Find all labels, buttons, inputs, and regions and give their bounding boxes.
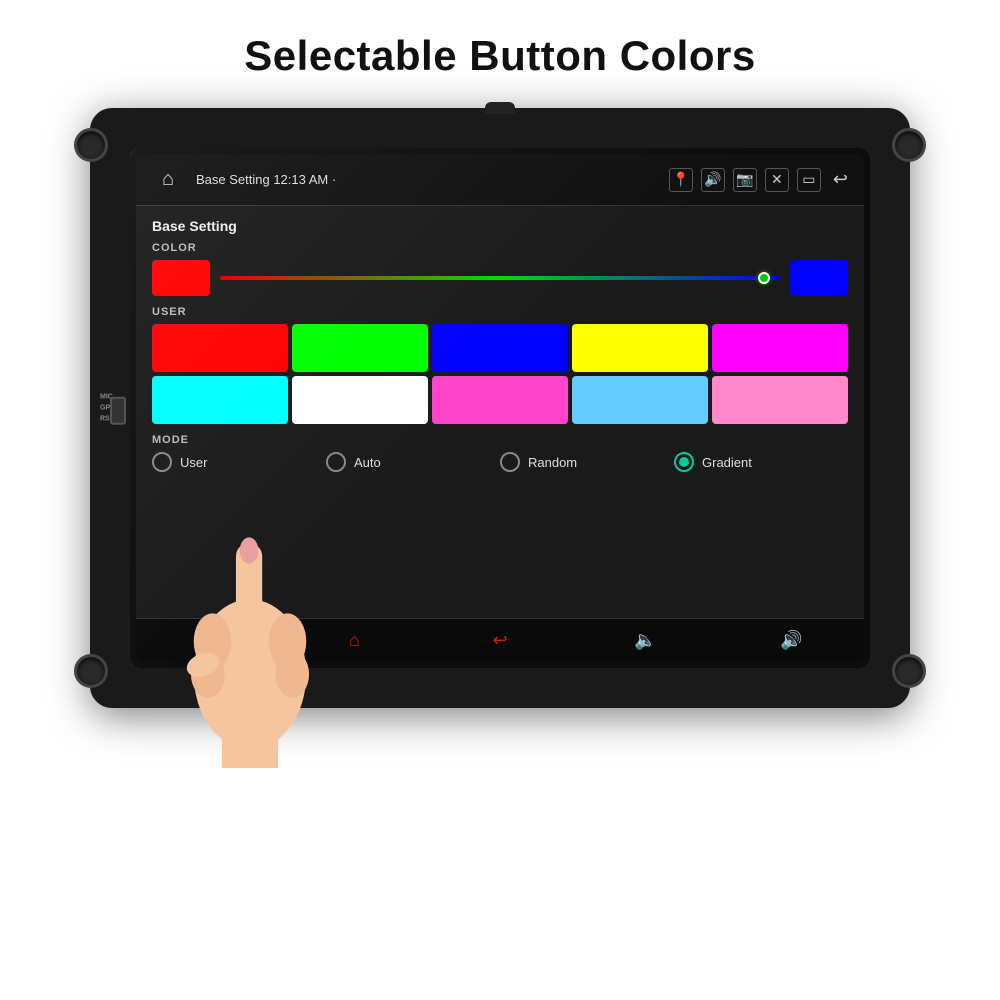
- color-swatch-right[interactable]: [790, 260, 848, 296]
- color-slider-thumb[interactable]: [758, 272, 770, 284]
- mode-gradient-label: Gradient: [702, 455, 752, 470]
- home-nav-button[interactable]: ⌂: [339, 626, 369, 656]
- color-cell-5[interactable]: [152, 376, 288, 424]
- mode-user[interactable]: User: [152, 452, 326, 472]
- color-cell-0[interactable]: [152, 324, 288, 372]
- mode-auto[interactable]: Auto: [326, 452, 500, 472]
- color-cell-8[interactable]: [572, 376, 708, 424]
- user-section-label: USER: [152, 306, 848, 318]
- content-header: Base Setting: [152, 218, 848, 234]
- back-nav-button[interactable]: ↩: [485, 626, 515, 656]
- color-cell-2[interactable]: [432, 324, 568, 372]
- mode-row: User Auto Random: [152, 452, 848, 472]
- color-cell-1[interactable]: [292, 324, 428, 372]
- mode-section: MODE User Auto: [152, 434, 848, 472]
- location-icon[interactable]: 📍: [669, 168, 693, 192]
- mode-auto-label: Auto: [354, 455, 381, 470]
- screen: ⌂ Base Setting 12:13 AM · 📍 🔊 📷 ✕ ▭ ↩ Ba…: [136, 154, 864, 662]
- camera-bump: [485, 102, 515, 114]
- mount-hole-tl: [74, 128, 108, 162]
- screen-bezel: ⌂ Base Setting 12:13 AM · 📍 🔊 📷 ✕ ▭ ↩ Ba…: [130, 148, 870, 668]
- user-section: USER: [152, 306, 848, 424]
- camera-icon[interactable]: 📷: [733, 168, 757, 192]
- car-unit: MIC GPS RST ⌂ Base Setting 12:13 AM · 📍 …: [90, 108, 910, 708]
- close-icon[interactable]: ✕: [765, 168, 789, 192]
- window-icon[interactable]: ▭: [797, 168, 821, 192]
- mode-random-label: Random: [528, 455, 577, 470]
- radio-random[interactable]: [500, 452, 520, 472]
- content-area: Base Setting COLOR USER: [136, 206, 864, 618]
- radio-auto[interactable]: [326, 452, 346, 472]
- mode-gradient[interactable]: Gradient: [674, 452, 848, 472]
- bottom-bar: ⏻ ⌂ ↩ 🔈 🔊: [136, 618, 864, 662]
- back-button[interactable]: ↩: [833, 169, 848, 190]
- page-title: Selectable Button Colors: [244, 32, 755, 80]
- color-cell-7[interactable]: [432, 376, 568, 424]
- status-bar: ⌂ Base Setting 12:13 AM · 📍 🔊 📷 ✕ ▭ ↩: [136, 154, 864, 206]
- home-button[interactable]: ⌂: [152, 164, 184, 196]
- color-cell-4[interactable]: [712, 324, 848, 372]
- mode-user-label: User: [180, 455, 207, 470]
- mount-hole-br: [892, 654, 926, 688]
- volume-icon[interactable]: 🔊: [701, 168, 725, 192]
- color-grid: [152, 324, 848, 424]
- color-slider-row: [152, 260, 848, 296]
- mode-random[interactable]: Random: [500, 452, 674, 472]
- color-slider-track[interactable]: [220, 276, 780, 280]
- color-section: COLOR: [152, 242, 848, 296]
- power-button[interactable]: ⏻: [194, 626, 224, 656]
- mode-section-label: MODE: [152, 434, 848, 446]
- mount-hole-tr: [892, 128, 926, 162]
- volume-up-button[interactable]: 🔊: [776, 626, 806, 656]
- color-cell-6[interactable]: [292, 376, 428, 424]
- radio-gradient[interactable]: [674, 452, 694, 472]
- color-swatch-left[interactable]: [152, 260, 210, 296]
- color-section-label: COLOR: [152, 242, 848, 254]
- radio-gradient-fill: [679, 457, 689, 467]
- usb-port: [110, 397, 126, 425]
- volume-down-button[interactable]: 🔈: [631, 626, 661, 656]
- color-cell-3[interactable]: [572, 324, 708, 372]
- status-icons: 📍 🔊 📷 ✕ ▭ ↩: [669, 168, 848, 192]
- status-title: Base Setting 12:13 AM ·: [196, 172, 657, 187]
- radio-user[interactable]: [152, 452, 172, 472]
- mount-hole-bl: [74, 654, 108, 688]
- color-cell-9[interactable]: [712, 376, 848, 424]
